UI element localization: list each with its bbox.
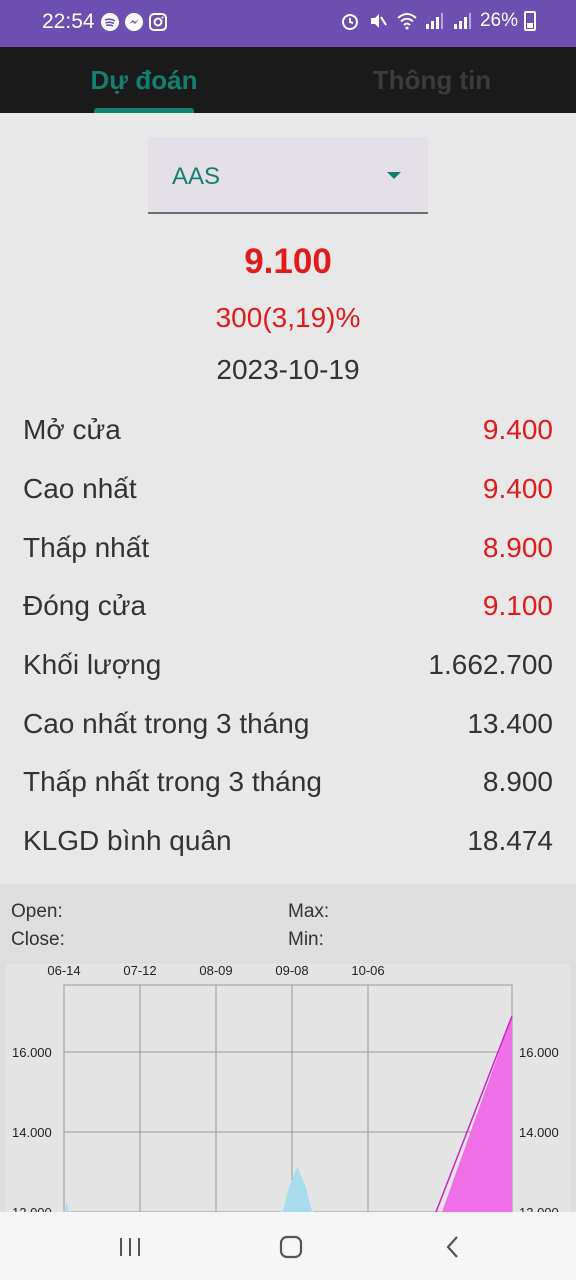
- battery-icon: [524, 11, 536, 31]
- back-icon[interactable]: [438, 1232, 468, 1262]
- y-tick-label-right: 12.000: [519, 1205, 559, 1212]
- tab-thong-tin[interactable]: Thông tin: [288, 47, 576, 113]
- legend-open: Open:: [11, 901, 63, 922]
- instagram-icon: [148, 12, 168, 32]
- stat-value: 1.662.700: [428, 649, 553, 680]
- quote-date: 2023-10-19: [216, 354, 360, 385]
- messenger-icon: [124, 12, 144, 32]
- y-tick-label-left: 16.000: [12, 1045, 52, 1060]
- stat-row-high: Cao nhất 9.400: [0, 473, 576, 513]
- y-tick-label-right: 16.000: [519, 1045, 559, 1060]
- y-tick-label-right: 14.000: [519, 1125, 559, 1140]
- stat-row-open: Mở cửa 9.400: [0, 414, 576, 454]
- tab-indicator: [94, 108, 194, 113]
- signal-icon: [452, 11, 474, 31]
- stat-value: 8.900: [482, 766, 553, 797]
- legend-min: Min:: [288, 929, 324, 950]
- ticker-dropdown[interactable]: AAS: [148, 137, 428, 214]
- stat-label: Thấp nhất trong 3 tháng: [23, 766, 322, 797]
- stat-row-low-3m: Thấp nhất trong 3 tháng 8.900: [0, 766, 576, 806]
- stat-label: Cao nhất trong 3 tháng: [23, 708, 310, 739]
- x-tick-label: 07-12: [123, 964, 156, 978]
- recents-icon[interactable]: [116, 1232, 146, 1262]
- x-tick-label: 10-06: [351, 964, 384, 978]
- stat-value: 8.900: [482, 532, 553, 563]
- stat-value: 9.100: [482, 590, 553, 621]
- legend-close: Close:: [11, 929, 65, 950]
- stat-label: Mở cửa: [23, 414, 121, 445]
- status-time: 22:54: [42, 10, 95, 33]
- tab-du-doan[interactable]: Dự đoán: [0, 47, 288, 113]
- stat-label: Cao nhất: [23, 473, 137, 504]
- legend-max: Max:: [288, 901, 330, 922]
- stat-value: 13.400: [467, 708, 553, 739]
- y-tick-label-left: 14.000: [12, 1125, 52, 1140]
- status-bar: 22:54 26%: [0, 0, 576, 47]
- battery-text: 26%: [479, 10, 518, 31]
- stat-value: 9.400: [482, 414, 553, 445]
- stat-row-volume: Khối lượng 1.662.700: [0, 649, 576, 689]
- alarm-icon: [340, 11, 362, 31]
- dropdown-caret-icon: [387, 172, 401, 179]
- ticker-value: AAS: [172, 163, 221, 190]
- notification-icons: [100, 12, 168, 32]
- stat-label: KLGD bình quân: [23, 825, 232, 856]
- stat-row-low: Thấp nhất 8.900: [0, 532, 576, 572]
- current-price: 9.100: [244, 242, 332, 281]
- x-tick-label: 08-09: [199, 964, 232, 978]
- price-chart[interactable]: 06-14 07-12 08-09 09-08 10-06 16.000 16.000 14.…: [0, 964, 576, 1212]
- stat-value: 9.400: [482, 473, 553, 504]
- x-tick-label: 06-14: [47, 964, 80, 978]
- stat-label: Khối lượng: [23, 649, 162, 680]
- home-icon[interactable]: [276, 1232, 306, 1262]
- navigation-bar: [0, 1212, 576, 1280]
- system-status: 26%: [340, 10, 536, 32]
- spotify-icon: [100, 12, 120, 32]
- price-change: 300(3,19)%: [215, 302, 361, 333]
- signal-icon: [424, 11, 446, 31]
- stat-row-high-3m: Cao nhất trong 3 tháng 13.400: [0, 708, 576, 748]
- stat-value: 18.474: [467, 825, 553, 856]
- stat-row-avg-volume: KLGD bình quân 18.474: [0, 825, 576, 865]
- tab-bar: Dự đoán Thông tin: [0, 47, 576, 113]
- stat-row-close: Đóng cửa 9.100: [0, 590, 576, 630]
- stat-label: Đóng cửa: [23, 590, 147, 621]
- x-tick-label: 09-08: [275, 964, 308, 978]
- stat-label: Thấp nhất: [23, 532, 150, 563]
- wifi-icon: [396, 11, 418, 31]
- mute-icon: [368, 11, 390, 31]
- y-tick-label-left: 12.000: [12, 1205, 52, 1212]
